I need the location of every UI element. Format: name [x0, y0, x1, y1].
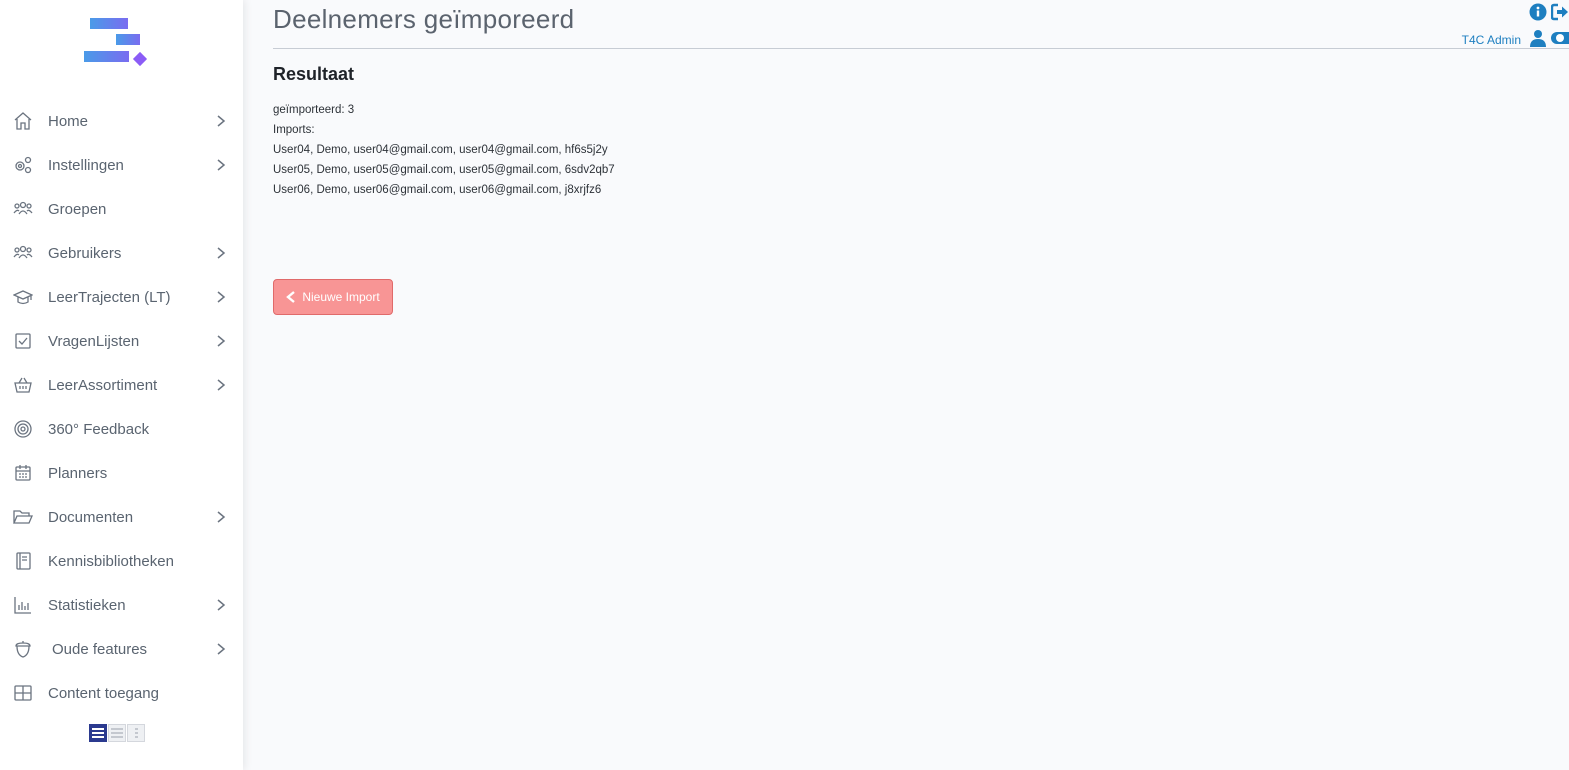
toggle-icon[interactable] — [1551, 29, 1569, 47]
compact-view-icon[interactable] — [108, 724, 126, 742]
chevron-right-icon — [215, 247, 227, 259]
folder-open-icon — [12, 506, 34, 528]
acorn-icon — [12, 638, 34, 660]
chevron-right-icon — [215, 599, 227, 611]
sidebar-item-instellingen[interactable]: Instellingen — [0, 143, 243, 187]
sidebar-item-label: Statistieken — [48, 596, 126, 614]
sidebar-item-label: Home — [48, 112, 89, 130]
view-mode-switch — [89, 724, 145, 742]
sidebar-item-documenten[interactable]: Documenten — [0, 495, 243, 539]
sidebar-item-vragenlijsten[interactable]: VragenLijsten — [0, 319, 243, 363]
info-icon[interactable] — [1529, 3, 1547, 21]
chevron-right-icon — [215, 159, 227, 171]
sidebar-item-oude-features[interactable]: Oude features — [0, 627, 243, 671]
grid-icon — [12, 682, 34, 704]
chevron-left-icon — [286, 291, 296, 303]
sidebar-item-label: Planners — [48, 464, 108, 482]
chevron-right-icon — [215, 291, 227, 303]
home-icon — [12, 110, 34, 132]
chevron-right-icon — [215, 643, 227, 655]
sidebar-item-label: Groepen — [48, 200, 107, 218]
sidebar-item-label: Kennisbibliotheken — [48, 552, 174, 570]
sidebar-item-360-feedback[interactable]: 360° Feedback — [0, 407, 243, 451]
sidebar-item-content-toegang[interactable]: Content toegang — [0, 671, 243, 715]
settings-icon — [12, 154, 34, 176]
sidebar-item-label: Instellingen — [48, 156, 124, 174]
sidebar-item-gebruikers[interactable]: Gebruikers — [0, 231, 243, 275]
sidebar-item-planners[interactable]: Planners — [0, 451, 243, 495]
import-row: User04, Demo, user04@gmail.com, user04@g… — [273, 144, 608, 156]
sidebar-nav: Home Instellingen Groepen Gebruikers Lee… — [0, 99, 243, 715]
column-view-icon[interactable] — [127, 724, 145, 742]
user-name-link[interactable]: T4C Admin — [1462, 33, 1521, 47]
sidebar-item-label: Gebruikers — [48, 244, 122, 262]
sidebar-item-label: 360° Feedback — [48, 420, 150, 438]
app-logo[interactable] — [84, 18, 154, 72]
checkbox-icon — [12, 330, 34, 352]
sidebar-item-label: VragenLijsten — [48, 332, 140, 350]
import-row: User06, Demo, user06@gmail.com, user06@g… — [273, 184, 602, 196]
graduation-cap-icon — [12, 286, 34, 308]
basket-icon — [12, 374, 34, 396]
groups-icon — [12, 198, 34, 220]
sidebar-item-home[interactable]: Home — [0, 99, 243, 143]
top-right-toolbar: T4C Admin — [1449, 3, 1569, 49]
sidebar-item-label: LeerAssortiment — [48, 376, 158, 394]
sidebar-item-leerassortiment[interactable]: LeerAssortiment — [0, 363, 243, 407]
chevron-right-icon — [215, 511, 227, 523]
chevron-right-icon — [215, 115, 227, 127]
list-view-icon[interactable] — [89, 724, 107, 742]
sidebar-item-label: Oude features — [52, 640, 148, 658]
new-import-button[interactable]: Nieuwe Import — [273, 279, 393, 315]
sidebar-item-label: Documenten — [48, 508, 134, 526]
header-divider — [273, 48, 1569, 49]
logout-icon[interactable] — [1550, 3, 1569, 21]
sidebar-item-label: Content toegang — [48, 684, 159, 702]
sidebar-item-leertrajecten[interactable]: LeerTrajecten (LT) — [0, 275, 243, 319]
section-title: Resultaat — [273, 64, 355, 84]
imports-label: Imports: — [273, 124, 315, 136]
calendar-icon — [12, 462, 34, 484]
bar-chart-icon — [12, 594, 34, 616]
chevron-right-icon — [215, 379, 227, 391]
sidebar-item-groepen[interactable]: Groepen — [0, 187, 243, 231]
page-title: Deelnemers geïmporeerd — [273, 4, 575, 34]
users-icon — [12, 242, 34, 264]
imported-count: geïmporteerd: 3 — [273, 104, 355, 116]
book-icon — [12, 550, 34, 572]
new-import-label: Nieuwe Import — [302, 290, 380, 304]
sidebar: Home Instellingen Groepen Gebruikers Lee… — [0, 0, 243, 770]
sidebar-item-statistieken[interactable]: Statistieken — [0, 583, 243, 627]
target-icon — [12, 418, 34, 440]
user-icon[interactable] — [1529, 29, 1547, 47]
chevron-right-icon — [215, 335, 227, 347]
sidebar-item-kennisbibliotheken[interactable]: Kennisbibliotheken — [0, 539, 243, 583]
sidebar-item-label: LeerTrajecten (LT) — [48, 288, 171, 306]
main-content: Resultaat geïmporteerd: 3 Imports: User0… — [273, 64, 615, 200]
import-row: User05, Demo, user05@gmail.com, user05@g… — [273, 164, 615, 176]
